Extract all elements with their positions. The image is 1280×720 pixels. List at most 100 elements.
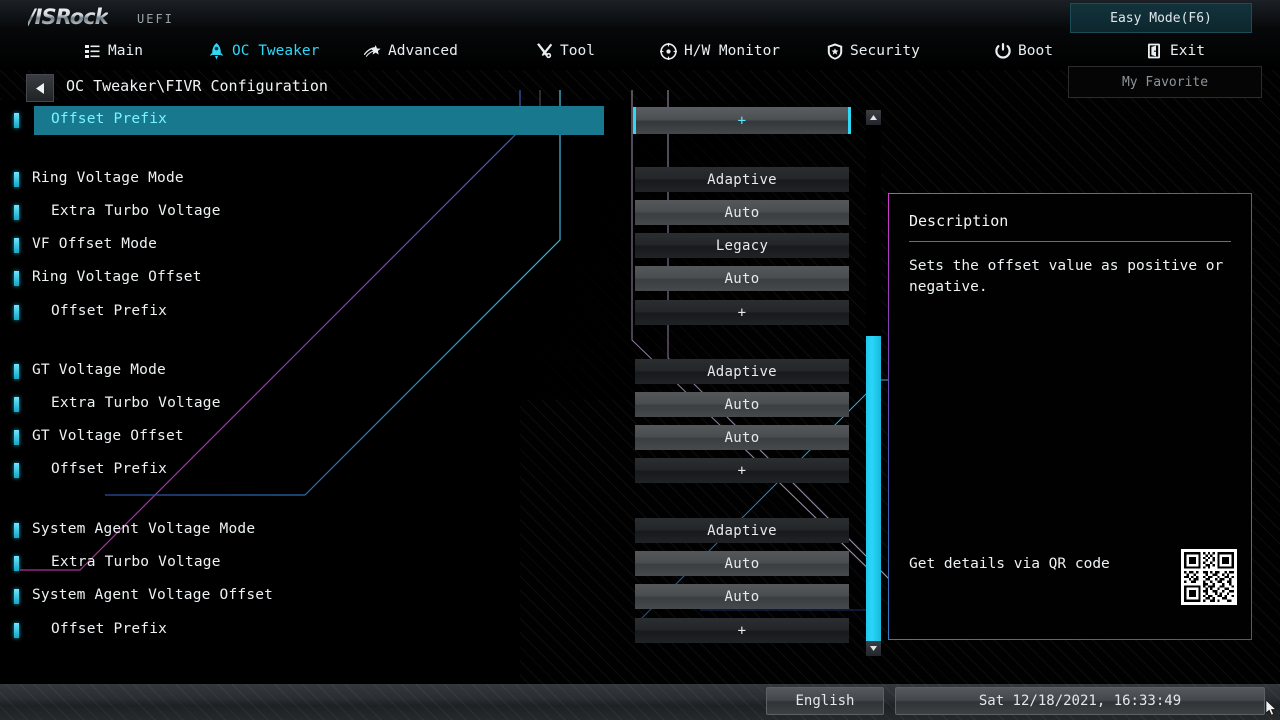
tab-label: Security <box>850 43 920 59</box>
setting-label: Extra Turbo Voltage <box>51 554 221 570</box>
setting-value-dropdown[interactable]: Auto <box>635 425 849 450</box>
asrock-logo: /ISRock <box>28 5 109 29</box>
setting-row[interactable]: Extra Turbo Voltage Auto <box>0 390 860 419</box>
setting-label: Offset Prefix <box>51 303 168 319</box>
tab-label: Main <box>108 43 143 59</box>
setting-label: Extra Turbo Voltage <box>51 203 221 219</box>
breadcrumb-path: OC Tweaker\FIVR Configuration <box>66 77 328 95</box>
tab-label: H/W Monitor <box>684 43 781 59</box>
scroll-down-icon <box>870 646 877 651</box>
setting-value-dropdown[interactable]: + <box>635 300 849 325</box>
scroll-down-button[interactable] <box>866 641 881 656</box>
qr-code-icon <box>1184 552 1234 602</box>
setting-row[interactable]: Offset Prefix + <box>0 616 860 645</box>
shield-icon <box>826 42 843 60</box>
row-bullet-icon <box>14 271 19 286</box>
setting-label: GT Voltage Offset <box>32 428 184 444</box>
description-text: Sets the offset value as positive or neg… <box>909 258 1224 295</box>
setting-value-dropdown[interactable]: Auto <box>635 392 849 417</box>
setting-label: Extra Turbo Voltage <box>51 395 221 411</box>
setting-row[interactable]: Ring Voltage Offset Auto <box>0 264 860 293</box>
tab-label: Advanced <box>388 43 458 59</box>
breadcrumb: OC Tweaker\FIVR Configuration <box>0 74 1280 106</box>
uefi-setup-screen: /ISRock UEFI Easy Mode(F6) My Favorite M… <box>0 0 1280 720</box>
row-bullet-icon <box>14 463 19 478</box>
tab-h-w-monitor[interactable]: H/W Monitor <box>660 36 780 66</box>
back-button[interactable] <box>26 74 54 102</box>
setting-label: Ring Voltage Mode <box>32 170 184 186</box>
back-arrow-icon <box>35 82 44 94</box>
setting-value-dropdown[interactable]: + <box>635 458 849 483</box>
setting-value-dropdown[interactable]: Auto <box>635 266 849 291</box>
setting-value-dropdown[interactable]: Adaptive <box>635 518 849 543</box>
scrollbar-thumb[interactable] <box>866 336 881 641</box>
setting-row[interactable]: Extra Turbo Voltage Auto <box>0 198 860 227</box>
datetime-display: Sat 12/18/2021, 16:33:49 <box>895 687 1265 715</box>
setting-row[interactable]: Offset Prefix + <box>0 456 860 485</box>
wrench-icon <box>536 43 553 60</box>
setting-value-dropdown[interactable]: Auto <box>635 551 849 576</box>
row-bullet-icon <box>14 623 19 638</box>
setting-row[interactable]: VF Offset Mode Legacy <box>0 231 860 260</box>
mouse-cursor-icon <box>1266 700 1277 716</box>
row-bullet-icon <box>14 113 19 128</box>
row-bullet-icon <box>14 397 19 412</box>
scroll-up-icon <box>870 115 877 120</box>
list-icon <box>84 43 101 60</box>
exit-icon <box>1146 43 1163 60</box>
qr-code-label: Get details via QR code <box>909 556 1110 572</box>
setting-label: Offset Prefix <box>51 461 168 477</box>
tab-security[interactable]: Security <box>826 36 920 66</box>
main-nav-tabs: Main OC Tweaker Advanced Tool H/W Monitor Sec… <box>0 36 1280 66</box>
tab-label: OC Tweaker <box>232 43 320 59</box>
setting-value-dropdown[interactable]: Legacy <box>635 233 849 258</box>
setting-value-dropdown[interactable]: Auto <box>635 200 849 225</box>
setting-row[interactable]: Offset Prefix + <box>0 298 860 327</box>
easy-mode-button[interactable]: Easy Mode(F6) <box>1070 3 1252 33</box>
uefi-label: UEFI <box>137 12 174 26</box>
setting-label: Offset Prefix <box>51 111 168 127</box>
setting-row[interactable]: System Agent Voltage Mode Adaptive <box>0 516 860 545</box>
setting-label: Offset Prefix <box>51 621 168 637</box>
setting-label: System Agent Voltage Mode <box>32 521 256 537</box>
description-divider <box>909 241 1231 242</box>
setting-value-dropdown[interactable]: + <box>633 107 851 134</box>
tab-tool[interactable]: Tool <box>536 36 595 66</box>
setting-row[interactable]: System Agent Voltage Offset Auto <box>0 582 860 611</box>
setting-label: Ring Voltage Offset <box>32 269 202 285</box>
setting-row[interactable]: Offset Prefix + <box>0 106 860 135</box>
power-icon <box>994 42 1011 60</box>
setting-value-dropdown[interactable]: Adaptive <box>635 359 849 384</box>
setting-label: System Agent Voltage Offset <box>32 587 274 603</box>
row-bullet-icon <box>14 238 19 253</box>
tab-label: Exit <box>1170 43 1205 59</box>
setting-row[interactable]: Extra Turbo Voltage Auto <box>0 549 860 578</box>
language-button[interactable]: English <box>766 687 884 715</box>
tab-advanced[interactable]: Advanced <box>364 36 458 66</box>
qr-code[interactable] <box>1181 549 1237 605</box>
setting-row[interactable]: Ring Voltage Mode Adaptive <box>0 165 860 194</box>
setting-row[interactable]: GT Voltage Offset Auto <box>0 423 860 452</box>
row-bullet-icon <box>14 430 19 445</box>
tab-label: Tool <box>560 43 595 59</box>
row-bullet-icon <box>14 172 19 187</box>
rocket-icon <box>208 42 225 60</box>
gauge-icon <box>660 42 677 60</box>
scroll-up-button[interactable] <box>866 110 881 125</box>
description-title: Description <box>909 212 1009 230</box>
tab-oc-tweaker[interactable]: OC Tweaker <box>208 36 319 66</box>
row-bullet-icon <box>14 556 19 571</box>
row-bullet-icon <box>14 205 19 220</box>
row-bullet-icon <box>14 523 19 538</box>
setting-label: VF Offset Mode <box>32 236 158 252</box>
setting-row[interactable]: GT Voltage Mode Adaptive <box>0 357 860 386</box>
description-panel: Description Sets the offset value as pos… <box>888 193 1252 640</box>
tab-exit[interactable]: Exit <box>1146 36 1205 66</box>
setting-value-dropdown[interactable]: + <box>635 618 849 643</box>
setting-value-dropdown[interactable]: Auto <box>635 584 849 609</box>
setting-label: GT Voltage Mode <box>32 362 166 378</box>
setting-value-dropdown[interactable]: Adaptive <box>635 167 849 192</box>
tab-main[interactable]: Main <box>84 36 143 66</box>
tab-label: Boot <box>1018 43 1053 59</box>
tab-boot[interactable]: Boot <box>994 36 1053 66</box>
